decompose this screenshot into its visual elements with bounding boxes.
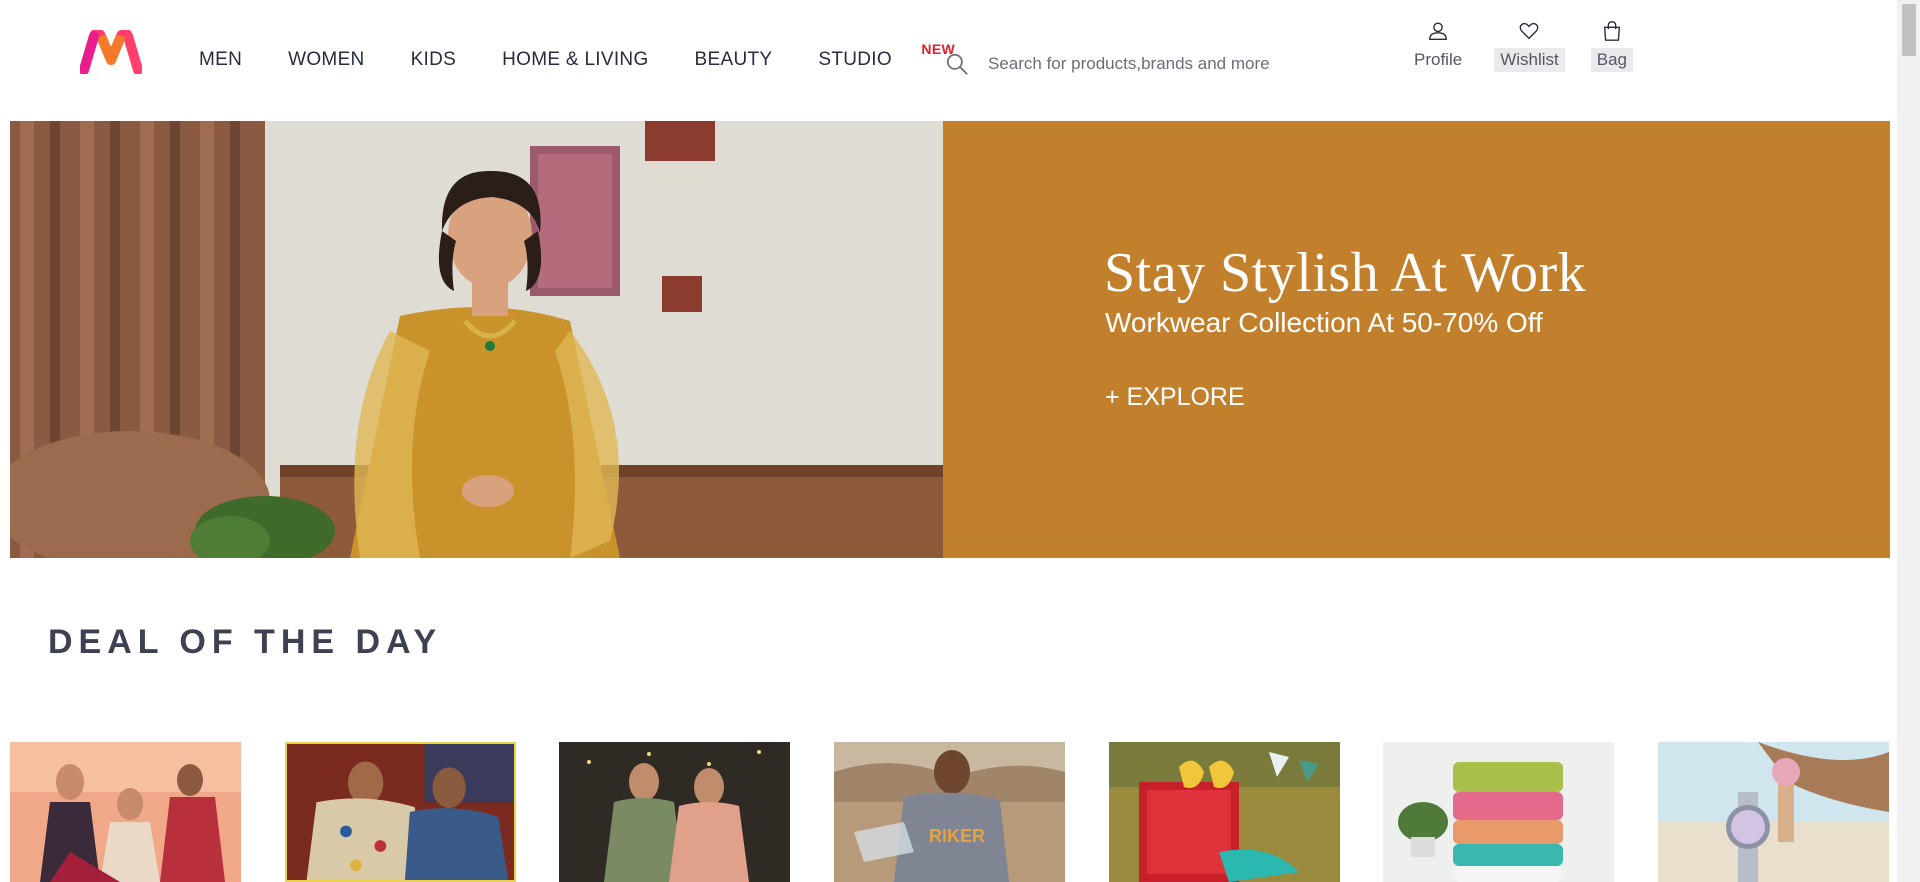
deal-card-home-towels[interactable] [1383,742,1614,882]
nav-men[interactable]: MEN [199,49,242,71]
deal-of-the-day-title: DEAL OF THE DAY [48,623,443,661]
hero-banner[interactable]: Stay Stylish At Work Workwear Collection… [10,121,1890,558]
myntra-logo[interactable] [79,28,143,75]
nav-women-label: WOMEN [288,49,365,70]
svg-text:RIKER: RIKER [929,826,985,846]
nav-women[interactable]: WOMEN [288,49,364,71]
main-nav: MEN WOMEN KIDS HOME & LIVING BEAUTY STUD… [199,41,955,71]
heart-icon [1520,22,1539,40]
deal-card-men-tshirt-outdoor[interactable]: RIKER [834,742,1065,882]
deal-card-watches[interactable] [1658,742,1889,882]
bag-icon [1603,21,1620,41]
bag-label: Bag [1590,48,1633,72]
nav-home-living-label: HOME & LIVING [502,49,649,70]
search-input[interactable] [988,54,1328,74]
search-bar [940,44,1360,84]
nav-home-living[interactable]: HOME & LIVING [502,49,648,71]
page-scrollbar[interactable] [1897,0,1920,882]
site-header: MEN WOMEN KIDS HOME & LIVING BEAUTY STUD… [0,0,1890,120]
deal-card-women-footwear[interactable] [1109,742,1340,882]
search-icon[interactable] [944,51,970,77]
header-actions: Profile Wishlist Bag [1408,20,1659,72]
deal-cards-row: RIKER [10,742,1890,882]
banner-model-image [10,121,943,558]
banner-text-panel: Stay Stylish At Work Workwear Collection… [943,121,1890,558]
deal-card-festive-family[interactable] [10,742,241,882]
nav-studio-label: STUDIO [818,49,892,70]
deal-card-women-ethnic[interactable] [559,742,790,882]
profile-label: Profile [1414,50,1463,69]
user-icon [1429,22,1448,40]
nav-beauty-label: BEAUTY [694,49,773,70]
scrollbar-thumb[interactable] [1902,4,1916,56]
nav-studio[interactable]: STUDIO NEW [818,41,954,71]
nav-beauty[interactable]: BEAUTY [695,49,773,71]
nav-kids-label: KIDS [410,49,457,70]
nav-kids[interactable]: KIDS [411,49,457,71]
wishlist-label: Wishlist [1494,48,1565,72]
banner-title: Stay Stylish At Work [1104,242,1587,304]
explore-link[interactable]: + EXPLORE [1105,383,1245,412]
bag-button[interactable]: Bag [1590,20,1633,72]
wishlist-button[interactable]: Wishlist [1494,20,1565,72]
banner-subtitle: Workwear Collection At 50-70% Off [1105,307,1543,338]
nav-men-label: MEN [199,49,243,70]
profile-button[interactable]: Profile [1408,20,1468,72]
deal-card-men-printed-shirts[interactable] [285,742,516,882]
